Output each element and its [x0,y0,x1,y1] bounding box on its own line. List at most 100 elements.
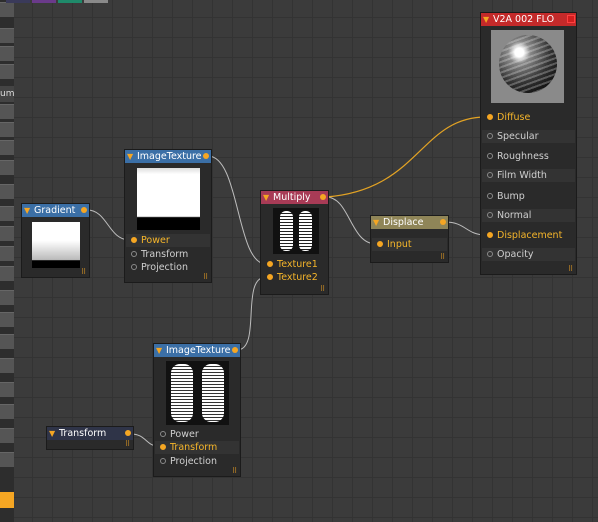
texture1-port-label: Texture1 [277,259,318,270]
power-port[interactable]: Power [160,428,199,441]
multiply-node-title: Multiply [273,192,311,203]
transform-node-title: Transform [59,428,107,439]
collapse-arrow-icon[interactable]: ▼ [24,204,30,217]
imagetexture-1-preview [137,168,200,230]
material-node-header[interactable]: ▼ V2A 002 FLO [481,13,576,26]
input-port-icon[interactable] [487,232,493,238]
diffuse-port-label: Diffuse [497,112,531,123]
output-port-icon[interactable] [125,430,131,436]
transform-node-header[interactable]: ▼ Transform [47,427,133,440]
transform-port-label: Transform [141,249,189,260]
multiply-node-header[interactable]: ▼ Multiply [261,191,328,204]
resize-handle-icon[interactable]: ⠿ [440,254,446,261]
input-port-icon[interactable] [377,241,383,247]
collapse-arrow-icon[interactable]: ▼ [373,216,379,229]
input-port-icon[interactable] [487,133,493,139]
displace-node-title: Displace [383,217,424,228]
output-port-icon[interactable] [440,219,446,225]
input-port-icon[interactable] [267,261,273,267]
normal-port[interactable]: Normal [487,209,531,222]
input-port-icon[interactable] [487,153,493,159]
input-port-icon[interactable] [487,251,493,257]
input-port-icon[interactable] [487,114,493,120]
output-port-icon[interactable] [203,153,209,159]
resize-handle-icon[interactable]: ⠿ [125,441,131,448]
multiply-preview [273,208,319,254]
normal-port-label: Normal [497,210,532,221]
imagetexture-node-2-title: ImageTexture [166,345,231,356]
wire-imagetexture1-to-texture1 [207,155,267,265]
film-width-port-label: Film Width [497,170,547,181]
projection-port[interactable]: Projection [131,261,188,274]
material-node[interactable]: ▼ V2A 002 FLO Diffuse Specular Roughness… [480,12,577,275]
input-port-icon[interactable] [160,431,166,437]
input-port-icon[interactable] [131,237,137,243]
material-output-icon[interactable] [567,15,575,23]
input-port-label: Input [387,239,412,250]
collapse-arrow-icon[interactable]: ▼ [483,13,489,26]
output-port-icon[interactable] [81,207,87,213]
film-width-port[interactable]: Film Width [487,169,547,182]
resize-handle-icon[interactable]: ⠿ [203,274,209,281]
collapse-arrow-icon[interactable]: ▼ [127,150,133,163]
resize-handle-icon[interactable]: ⠿ [232,468,238,475]
displacement-port-label: Displacement [497,230,563,241]
input-port-icon[interactable] [160,444,166,450]
imagetexture-node-1-title: ImageTexture [137,151,202,162]
imagetexture-node-1-header[interactable]: ▼ ImageTexture [125,150,211,163]
material-node-title: V2A 002 FLO [493,14,555,25]
input-port-icon[interactable] [487,193,493,199]
opacity-port[interactable]: Opacity [487,248,534,261]
imagetexture-node-1[interactable]: ▼ ImageTexture Power Transform Projectio… [124,149,212,283]
input-port[interactable]: Input [377,238,412,251]
imagetexture-node-2[interactable]: ▼ ImageTexture Power Transform Projectio… [153,343,241,477]
wire-multiply-to-diffuse [325,116,487,198]
input-port-icon[interactable] [487,172,493,178]
power-port-label: Power [170,429,199,440]
multiply-node[interactable]: ▼ Multiply Texture1 Texture2 ⠿ [260,190,329,295]
resize-handle-icon[interactable]: ⠿ [320,286,326,293]
texture2-port-label: Texture2 [277,272,318,283]
displacement-port[interactable]: Displacement [487,229,562,242]
transform-port-label: Transform [170,442,218,453]
output-port-icon[interactable] [232,347,238,353]
gradient-node-header[interactable]: ▼ Gradient [22,204,89,217]
collapse-arrow-icon[interactable]: ▼ [49,427,55,440]
opacity-port-label: Opacity [497,249,534,260]
gradient-preview [32,222,80,268]
power-port-label: Power [141,235,170,246]
projection-port[interactable]: Projection [160,455,217,468]
collapse-arrow-icon[interactable]: ▼ [263,191,269,204]
gradient-node[interactable]: ▼ Gradient ⠿ [21,203,90,278]
collapse-arrow-icon[interactable]: ▼ [156,344,162,357]
transform-port[interactable]: Transform [160,441,217,454]
gradient-node-title: Gradient [34,205,76,216]
material-preview [491,30,564,103]
input-port-icon[interactable] [487,212,493,218]
texture1-port[interactable]: Texture1 [267,258,318,271]
transform-port[interactable]: Transform [131,248,188,261]
transform-node[interactable]: ▼ Transform ⠿ [46,426,134,450]
specular-port-label: Specular [497,131,539,142]
input-port-icon[interactable] [160,458,166,464]
output-port-icon[interactable] [320,194,326,200]
wire-multiply-to-input [325,196,377,245]
diffuse-port[interactable]: Diffuse [487,111,530,124]
imagetexture-2-preview [166,361,229,425]
displace-node[interactable]: ▼ Displace Input ⠿ [370,215,449,263]
bump-port-label: Bump [497,191,525,202]
imagetexture-node-2-header[interactable]: ▼ ImageTexture [154,344,240,357]
input-port-icon[interactable] [131,251,137,257]
specular-port[interactable]: Specular [487,130,539,143]
input-port-icon[interactable] [131,264,137,270]
bump-port[interactable]: Bump [487,190,525,203]
resize-handle-icon[interactable]: ⠿ [568,266,574,273]
texture2-port[interactable]: Texture2 [267,271,318,284]
roughness-port[interactable]: Roughness [487,150,549,163]
resize-handle-icon[interactable]: ⠿ [81,269,87,276]
displace-node-header[interactable]: ▼ Displace [371,216,448,229]
input-port-icon[interactable] [267,274,273,280]
power-port[interactable]: Power [131,234,170,247]
projection-port-label: Projection [141,262,188,273]
roughness-port-label: Roughness [497,151,549,162]
